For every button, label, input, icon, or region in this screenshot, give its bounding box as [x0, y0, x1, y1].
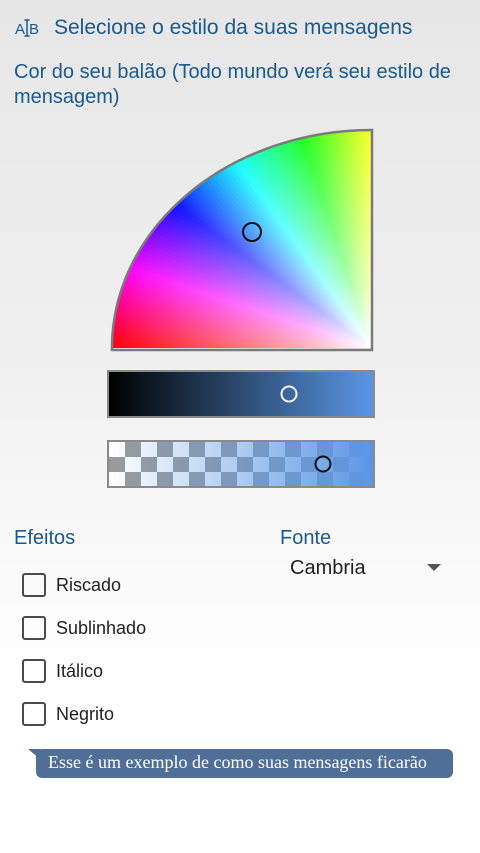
text-style-icon-letter-a: A: [15, 21, 25, 38]
effect-label: Itálico: [56, 661, 104, 681]
effect-checkbox[interactable]: [22, 659, 46, 683]
opacity-slider[interactable]: [107, 440, 375, 488]
effect-checkbox[interactable]: [22, 616, 46, 640]
effects-title: Efeitos: [14, 527, 76, 549]
font-dropdown[interactable]: Cambria: [290, 555, 445, 583]
font-title: Fonte: [280, 527, 332, 549]
effect-checkbox[interactable]: [22, 573, 46, 597]
effect-label: Riscado: [56, 575, 122, 595]
color-wheel[interactable]: [108, 128, 376, 352]
dropdown-caret-icon: [427, 564, 441, 571]
color-picker-label: Cor do seu balão (Todo mundo verá seu es…: [14, 61, 451, 108]
page-title: Selecione o estilo da suas mensagens: [54, 16, 413, 39]
effect-label: Sublinhado: [56, 618, 147, 638]
message-preview-text: Esse é um exemplo de como suas mensagens…: [48, 752, 427, 772]
brightness-slider[interactable]: [107, 370, 375, 418]
effect-label: Negrito: [56, 704, 115, 724]
brightness-slider-thumb[interactable]: [280, 385, 298, 403]
message-bubble: Esse é um exemplo de como suas mensagens…: [36, 749, 453, 778]
font-dropdown-value: Cambria: [290, 557, 366, 579]
effect-checkbox[interactable]: [22, 702, 46, 726]
opacity-slider-thumb[interactable]: [314, 455, 332, 473]
text-style-icon: A B: [15, 19, 39, 38]
text-style-icon-letter-b: B: [29, 21, 39, 38]
